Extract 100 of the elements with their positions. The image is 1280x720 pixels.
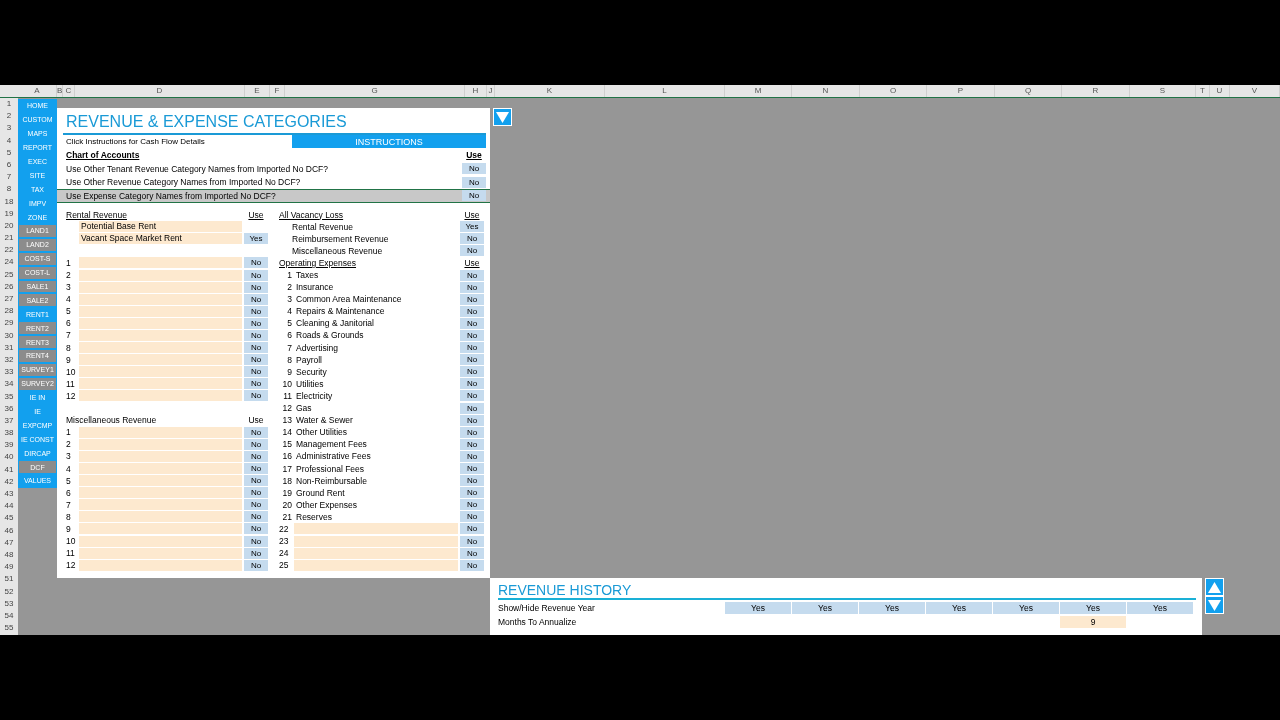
use-cell[interactable]: No	[462, 176, 486, 188]
use-cell[interactable]: No	[462, 190, 486, 202]
use-cell[interactable]: No	[244, 281, 268, 293]
column-header[interactable]: S	[1130, 85, 1196, 97]
use-cell[interactable]: No	[460, 523, 484, 535]
use-cell[interactable]: No	[244, 330, 268, 341]
column-header[interactable]: A	[18, 85, 57, 97]
row-number[interactable]: 31	[0, 341, 18, 354]
column-header[interactable]: G	[285, 85, 465, 97]
year-toggle-cell[interactable]: Yes	[926, 601, 992, 614]
row-number[interactable]: 54	[0, 609, 18, 623]
use-cell[interactable]: No	[460, 378, 484, 390]
row-number[interactable]: 5	[0, 146, 18, 159]
use-cell[interactable]: No	[460, 487, 484, 499]
use-cell[interactable]: No	[244, 426, 268, 438]
column-header[interactable]: T	[1196, 85, 1210, 97]
use-cell[interactable]: No	[244, 342, 268, 354]
year-toggle-cell[interactable]: Yes	[1127, 601, 1193, 614]
use-cell[interactable]: No	[460, 269, 484, 281]
row-number[interactable]: 25	[0, 268, 18, 281]
use-cell[interactable]: No	[460, 499, 484, 511]
column-header[interactable]: J	[487, 85, 495, 97]
use-cell[interactable]: No	[460, 305, 484, 317]
row-number[interactable]: 27	[0, 293, 18, 306]
year-toggle-cell[interactable]: Yes	[725, 601, 791, 614]
input-cell[interactable]	[79, 487, 242, 499]
row-number[interactable]: 46	[0, 524, 18, 537]
input-cell[interactable]	[294, 523, 458, 535]
column-header[interactable]: V	[1230, 85, 1280, 97]
input-cell[interactable]	[79, 342, 242, 354]
input-cell[interactable]	[294, 547, 458, 559]
use-cell[interactable]: No	[460, 450, 484, 462]
row-number[interactable]: 21	[0, 232, 18, 245]
input-cell[interactable]	[79, 438, 242, 450]
row-number[interactable]: 2	[0, 110, 18, 123]
use-cell[interactable]: Yes	[244, 233, 268, 245]
column-header[interactable]: F	[270, 85, 285, 97]
input-cell[interactable]	[79, 378, 242, 390]
use-cell[interactable]: No	[460, 438, 484, 450]
row-number[interactable]: 37	[0, 414, 18, 428]
use-cell[interactable]: No	[460, 317, 484, 329]
row-number[interactable]: 1	[0, 98, 18, 111]
use-cell[interactable]: No	[244, 293, 268, 305]
row-number[interactable]: 55	[0, 622, 18, 635]
use-cell[interactable]: No	[460, 475, 484, 487]
input-cell[interactable]	[79, 390, 242, 402]
row-number[interactable]: 4	[0, 134, 18, 147]
use-cell[interactable]: No	[460, 245, 484, 257]
row-number[interactable]: 43	[0, 488, 18, 501]
row-number[interactable]: 53	[0, 597, 18, 610]
input-cell[interactable]	[79, 535, 242, 547]
column-header[interactable]: Q	[995, 85, 1062, 97]
input-cell[interactable]	[79, 475, 242, 487]
use-cell[interactable]: No	[460, 463, 484, 474]
use-cell[interactable]: No	[460, 414, 484, 426]
row-number[interactable]: 33	[0, 366, 18, 379]
column-header[interactable]: O	[860, 85, 927, 97]
row-number[interactable]: 24	[0, 256, 18, 269]
row-number[interactable]: 19	[0, 207, 18, 220]
use-cell[interactable]: No	[460, 426, 484, 438]
input-cell[interactable]	[79, 305, 242, 317]
use-cell[interactable]: No	[244, 523, 268, 535]
row-number[interactable]: 51	[0, 573, 18, 586]
row-number[interactable]: 34	[0, 378, 18, 391]
year-toggle-cell[interactable]: Yes	[1060, 601, 1126, 614]
use-cell[interactable]: No	[244, 450, 268, 462]
row-number[interactable]: 26	[0, 280, 18, 293]
row-number[interactable]: 38	[0, 427, 18, 440]
input-cell[interactable]	[79, 511, 242, 523]
input-cell[interactable]	[79, 293, 242, 305]
column-header[interactable]: D	[75, 85, 245, 97]
use-cell[interactable]: No	[244, 269, 268, 281]
row-number[interactable]: 40	[0, 451, 18, 464]
column-header[interactable]: N	[792, 85, 860, 97]
input-cell[interactable]	[294, 535, 458, 547]
row-number[interactable]: 36	[0, 402, 18, 415]
row-number[interactable]: 3	[0, 122, 18, 135]
row-number[interactable]: 28	[0, 305, 18, 318]
use-cell[interactable]: No	[462, 163, 486, 175]
row-number[interactable]: 41	[0, 463, 18, 476]
input-cell[interactable]	[79, 547, 242, 559]
row-number[interactable]: 39	[0, 439, 18, 452]
scroll-up-button[interactable]	[1205, 578, 1224, 596]
input-cell[interactable]	[79, 450, 242, 462]
row-number[interactable]: 20	[0, 219, 18, 233]
input-cell[interactable]	[79, 499, 242, 511]
row-number[interactable]: 49	[0, 561, 18, 574]
use-cell[interactable]: No	[244, 378, 268, 390]
input-cell[interactable]	[79, 269, 242, 281]
row-number[interactable]: 32	[0, 353, 18, 367]
use-cell[interactable]: No	[244, 257, 268, 269]
row-number[interactable]: 8	[0, 183, 18, 196]
use-cell[interactable]: No	[244, 511, 268, 523]
use-cell[interactable]: No	[460, 559, 484, 571]
use-cell[interactable]: No	[460, 366, 484, 378]
row-number[interactable]: 7	[0, 171, 18, 184]
use-cell[interactable]: No	[244, 305, 268, 317]
column-header[interactable]: C	[63, 85, 75, 97]
year-toggle-cell[interactable]: Yes	[792, 601, 858, 614]
input-cell[interactable]	[79, 426, 242, 438]
